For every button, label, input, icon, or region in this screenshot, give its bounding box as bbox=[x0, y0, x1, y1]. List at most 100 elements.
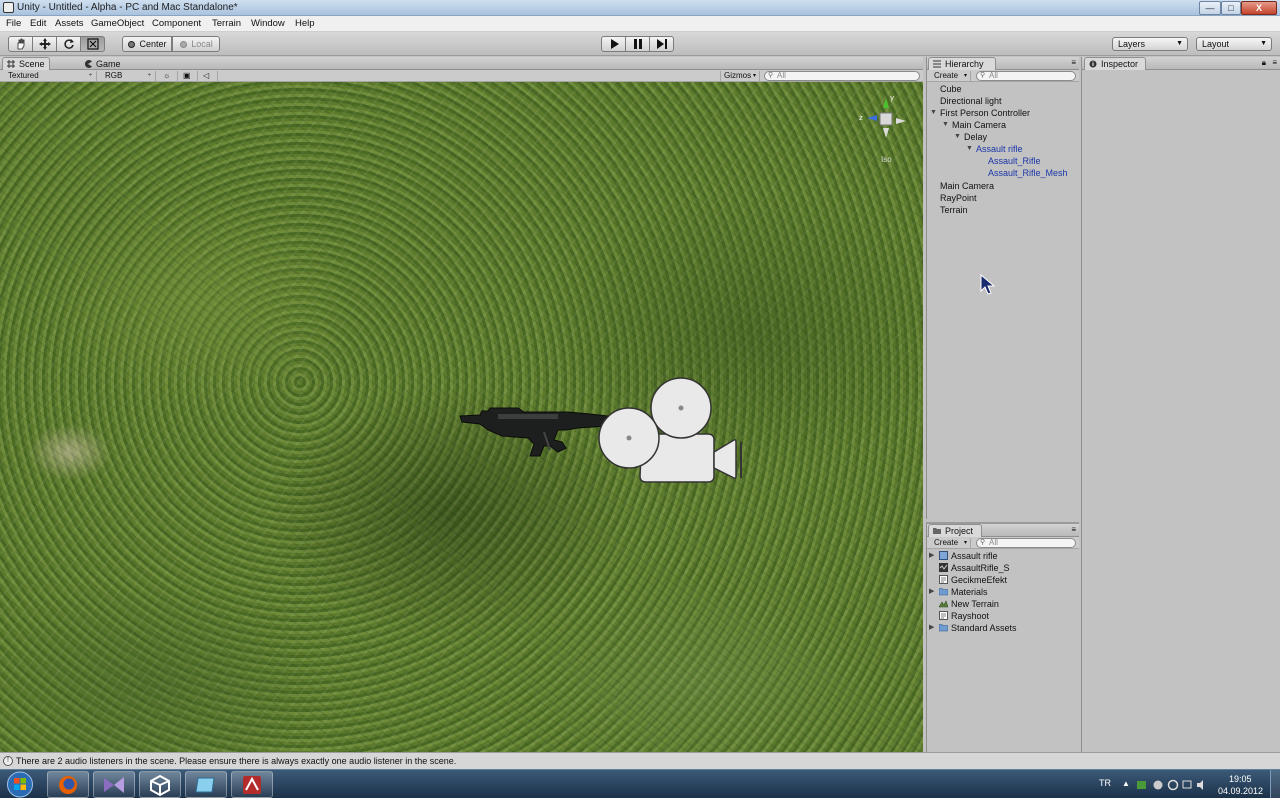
taskbar-firefox[interactable] bbox=[47, 771, 89, 798]
hierarchy-search-input[interactable]: ⚲ All bbox=[976, 71, 1076, 81]
title-bar: Unity - Untitled - Alpha - PC and Mac St… bbox=[0, 0, 1280, 16]
project-item-standard-assets[interactable]: ▶ Standard Assets bbox=[929, 622, 1077, 634]
menu-window[interactable]: Window bbox=[251, 18, 285, 29]
folder-icon bbox=[939, 588, 948, 596]
play-button[interactable] bbox=[601, 36, 626, 52]
space-local-button[interactable]: Local bbox=[172, 36, 220, 52]
assault-rifle-model[interactable] bbox=[458, 404, 608, 464]
tab-hierarchy[interactable]: Hierarchy bbox=[928, 57, 996, 70]
image-effects-toggle[interactable]: ▣ bbox=[180, 71, 198, 81]
prefab-icon bbox=[939, 551, 948, 560]
project-create-label: Create bbox=[934, 538, 959, 547]
menu-assets[interactable]: Assets bbox=[55, 18, 84, 29]
script-icon bbox=[939, 611, 948, 620]
orientation-gizmo-icon[interactable]: y z bbox=[856, 92, 912, 142]
hierarchy-item-delay[interactable]: Delay bbox=[964, 131, 987, 143]
hierarchy-item-directional-light[interactable]: Directional light bbox=[940, 95, 1002, 107]
project-item-materials[interactable]: ▶ Materials bbox=[929, 586, 1077, 598]
menu-component[interactable]: Component bbox=[152, 18, 201, 29]
tab-project[interactable]: Project bbox=[928, 524, 982, 537]
language-indicator[interactable]: TR bbox=[1099, 778, 1111, 788]
audio-toggle[interactable]: ◁ bbox=[200, 71, 218, 81]
menu-file[interactable]: File bbox=[6, 18, 21, 29]
pivot-label: Center bbox=[139, 39, 167, 49]
tab-scene[interactable]: Scene bbox=[2, 57, 50, 70]
scene-search-input[interactable]: ⚲ All bbox=[764, 71, 920, 81]
taskbar-app[interactable] bbox=[185, 771, 227, 798]
render-mode-dropdown[interactable]: Textured ÷ bbox=[5, 71, 97, 81]
move-tool-button[interactable] bbox=[32, 36, 57, 52]
hierarchy-item-cube[interactable]: Cube bbox=[940, 83, 962, 95]
close-button[interactable]: X bbox=[1241, 1, 1277, 15]
hierarchy-item-terrain[interactable]: Terrain bbox=[940, 204, 968, 216]
folder-icon bbox=[939, 624, 948, 632]
pause-button[interactable] bbox=[625, 36, 650, 52]
step-button[interactable] bbox=[649, 36, 674, 52]
taskbar-visual-studio[interactable] bbox=[93, 771, 135, 798]
lock-icon[interactable]: 🔒︎ bbox=[1262, 58, 1266, 68]
clock-date[interactable]: 04.09.2012 bbox=[1218, 786, 1263, 796]
expand-arrow-icon[interactable]: ▶ bbox=[929, 622, 934, 634]
hierarchy-item-assault-rifle-mesh[interactable]: Assault_Rifle_Mesh bbox=[988, 167, 1068, 179]
project-item-assault-rifle[interactable]: ▶ Assault rifle bbox=[929, 550, 1077, 562]
panel-menu-icon[interactable]: ≡ bbox=[1272, 58, 1277, 67]
project-item-assaultrifle-s[interactable]: AssaultRifle_S bbox=[929, 562, 1077, 574]
project-item-new-terrain[interactable]: New Terrain bbox=[929, 598, 1077, 610]
project-search-input[interactable]: ⚲ All bbox=[976, 538, 1076, 548]
menu-gameobject[interactable]: GameObject bbox=[91, 18, 144, 29]
hand-tool-button[interactable] bbox=[8, 36, 33, 52]
minimize-button[interactable]: — bbox=[1199, 1, 1221, 15]
project-item-label: Materials bbox=[951, 587, 988, 597]
taskbar-3d-app[interactable] bbox=[231, 771, 273, 798]
menu-terrain[interactable]: Terrain bbox=[212, 18, 241, 29]
expand-arrow-icon[interactable]: ▶ bbox=[929, 550, 934, 562]
clock-time[interactable]: 19:05 bbox=[1229, 774, 1252, 784]
status-bar: ! There are 2 audio listeners in the sce… bbox=[0, 752, 1280, 769]
speaker-icon: ◁ bbox=[203, 71, 210, 80]
axis-z-label: z bbox=[859, 114, 863, 122]
rotate-tool-button[interactable] bbox=[56, 36, 81, 52]
hierarchy-item-raypoint[interactable]: RayPoint bbox=[940, 192, 977, 204]
pivot-center-button[interactable]: Center bbox=[122, 36, 172, 52]
gizmos-dropdown[interactable]: Gizmos ▾ bbox=[720, 71, 760, 81]
status-message[interactable]: There are 2 audio listeners in the scene… bbox=[16, 756, 456, 766]
expand-arrow-icon[interactable]: ▼ bbox=[942, 119, 949, 131]
color-mode-dropdown[interactable]: RGB ÷ bbox=[102, 71, 156, 81]
layers-dropdown[interactable]: Layers ▼ bbox=[1112, 37, 1188, 51]
camera-gizmo-icon[interactable] bbox=[596, 376, 758, 488]
local-icon bbox=[180, 40, 188, 48]
expand-arrow-icon[interactable]: ▼ bbox=[930, 107, 937, 119]
panel-menu-icon[interactable]: ≡ bbox=[1071, 525, 1076, 534]
panel-menu-icon[interactable]: ≡ bbox=[1071, 58, 1076, 67]
scale-tool-button[interactable] bbox=[80, 36, 105, 52]
project-create-dropdown[interactable]: Create ▾ bbox=[931, 538, 971, 548]
hierarchy-item-first-person-controller[interactable]: First Person Controller bbox=[940, 107, 1030, 119]
maximize-button[interactable]: □ bbox=[1221, 1, 1241, 15]
hierarchy-item-assault-rifle-child[interactable]: Assault_Rifle bbox=[988, 155, 1041, 167]
tray-icons[interactable] bbox=[1137, 779, 1207, 791]
show-desktop-button[interactable] bbox=[1270, 770, 1280, 798]
tab-game[interactable]: Game bbox=[79, 57, 127, 70]
show-hidden-icons[interactable]: ▲ bbox=[1122, 779, 1130, 788]
project-item-rayshoot[interactable]: Rayshoot bbox=[929, 610, 1077, 622]
tab-game-label: Game bbox=[96, 59, 121, 69]
tab-inspector[interactable]: Inspector bbox=[1084, 57, 1146, 70]
menu-help[interactable]: Help bbox=[295, 18, 315, 29]
scene-viewport[interactable]: y z Iso bbox=[0, 82, 923, 752]
hierarchy-create-dropdown[interactable]: Create ▾ bbox=[931, 71, 971, 81]
hierarchy-item-main-camera-child[interactable]: Main Camera bbox=[952, 119, 1006, 131]
folder-icon bbox=[933, 528, 941, 534]
expand-arrow-icon[interactable]: ▶ bbox=[929, 586, 934, 598]
scene-search-placeholder: All bbox=[777, 71, 786, 80]
expand-arrow-icon[interactable]: ▼ bbox=[966, 143, 973, 155]
menu-edit[interactable]: Edit bbox=[30, 18, 46, 29]
hierarchy-item-assault-rifle[interactable]: Assault rifle bbox=[976, 143, 1023, 155]
windows-start-icon[interactable] bbox=[5, 771, 35, 798]
expand-arrow-icon[interactable]: ▼ bbox=[954, 131, 961, 143]
lighting-toggle[interactable]: ☼ bbox=[160, 71, 178, 81]
project-item-gecikmeefekt[interactable]: GecikmeEfekt bbox=[929, 574, 1077, 586]
taskbar-unity[interactable] bbox=[139, 771, 181, 798]
hierarchy-item-main-camera[interactable]: Main Camera bbox=[940, 180, 994, 192]
layout-dropdown[interactable]: Layout ▼ bbox=[1196, 37, 1272, 51]
project-panel: Project ≡ Create ▾ ⚲ All ▶ Assault rifle… bbox=[926, 522, 1079, 752]
